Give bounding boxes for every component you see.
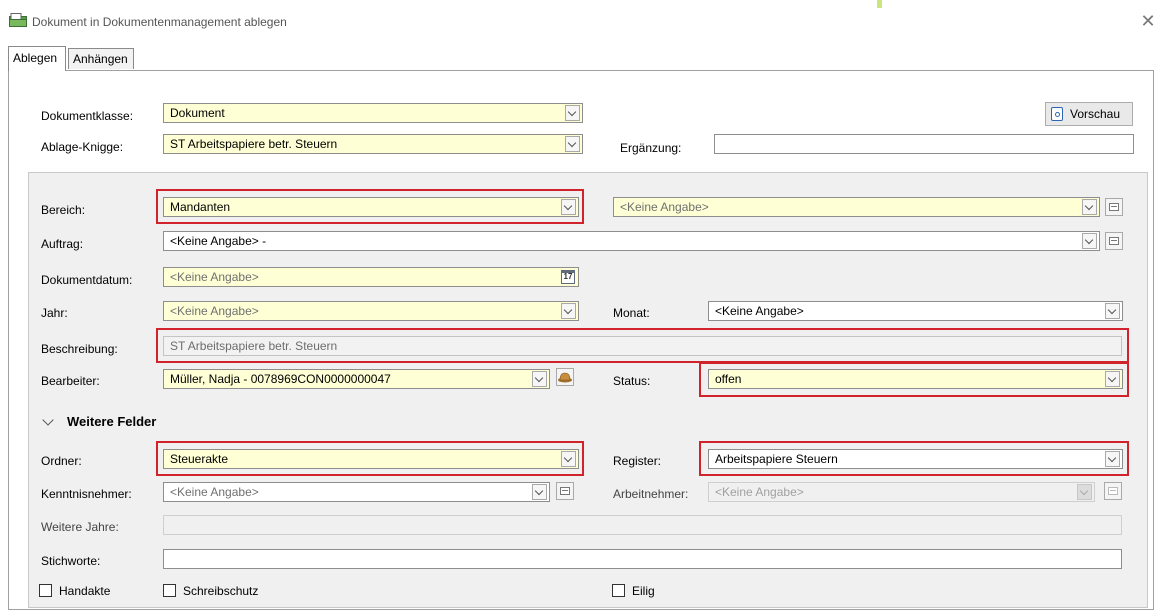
- beschreibung-label: Beschreibung:: [41, 342, 118, 356]
- weitere-felder-toggle[interactable]: Weitere Felder: [67, 414, 156, 429]
- list-icon: [1108, 487, 1118, 495]
- bereich-secondary-select[interactable]: <Keine Angabe>: [613, 197, 1100, 217]
- weitere-jahre-input: [163, 515, 1122, 535]
- chevron-down-icon[interactable]: [561, 303, 576, 319]
- arbeitnehmer-label: Arbeitnehmer:: [613, 487, 689, 501]
- vorschau-button[interactable]: Vorschau: [1045, 102, 1133, 126]
- dokumentklasse-label: Dokumentklasse:: [41, 109, 134, 123]
- highlight-status: [699, 362, 1129, 397]
- auftrag-select[interactable]: <Keine Angabe> -: [163, 231, 1100, 251]
- monat-value: <Keine Angabe>: [715, 304, 804, 318]
- bereich-label: Bereich:: [41, 203, 86, 217]
- jahr-value: <Keine Angabe>: [170, 304, 259, 318]
- arbeitnehmer-select: <Keine Angabe>: [708, 482, 1095, 502]
- ergaenzung-label: Ergänzung:: [620, 141, 682, 155]
- arbeitnehmer-browse-button: [1104, 482, 1122, 500]
- kenntnisnehmer-browse-button[interactable]: [556, 482, 574, 500]
- stichworte-input[interactable]: [163, 549, 1122, 569]
- highlight-bereich: [156, 189, 584, 224]
- vorschau-label: Vorschau: [1070, 107, 1121, 121]
- register-label: Register:: [613, 454, 662, 468]
- document-folder-icon: [9, 13, 27, 27]
- tab-ablegen[interactable]: Ablegen: [8, 46, 66, 71]
- kenntnisnehmer-value: <Keine Angabe>: [170, 485, 259, 499]
- ergaenzung-input[interactable]: [714, 134, 1134, 154]
- bereich-browse-button[interactable]: [1105, 198, 1123, 216]
- monat-select[interactable]: <Keine Angabe>: [708, 301, 1123, 321]
- bearbeiter-select[interactable]: Müller, Nadja - 0078969CON0000000047: [163, 369, 550, 389]
- schreibschutz-checkbox[interactable]: [163, 584, 176, 597]
- calendar-icon[interactable]: 17: [561, 270, 575, 284]
- kenntnisnehmer-label: Kenntnisnehmer:: [41, 487, 132, 501]
- bearbeiter-value: Müller, Nadja - 0078969CON0000000047: [170, 372, 391, 386]
- status-label: Status:: [613, 374, 651, 388]
- auftrag-label: Auftrag:: [41, 237, 84, 251]
- eilig-label: Eilig: [632, 584, 655, 598]
- preview-icon: [1051, 107, 1063, 121]
- chevron-down-icon[interactable]: [565, 136, 580, 152]
- weitere-jahre-label: Weitere Jahre:: [41, 520, 119, 534]
- chevron-down-icon[interactable]: [1082, 199, 1097, 215]
- handakte-checkbox[interactable]: [39, 584, 52, 597]
- highlight-beschreibung: [156, 328, 1129, 363]
- chevron-down-icon[interactable]: [1105, 303, 1120, 319]
- chevron-down-icon: [1077, 484, 1092, 500]
- bereich-secondary-value: <Keine Angabe>: [620, 200, 709, 214]
- jahr-label: Jahr:: [41, 306, 68, 320]
- dokumentdatum-value: <Keine Angabe>: [170, 270, 259, 284]
- stichworte-label: Stichworte:: [41, 554, 101, 568]
- accent-marker: [877, 0, 882, 8]
- dokumentklasse-value: Dokument: [170, 106, 225, 120]
- auftrag-value: <Keine Angabe> -: [170, 234, 267, 248]
- window-title: Dokument in Dokumentenmanagement ablegen: [32, 15, 287, 29]
- auftrag-browse-button[interactable]: [1105, 232, 1123, 250]
- eilig-checkbox[interactable]: [612, 584, 625, 597]
- kenntnisnehmer-select[interactable]: <Keine Angabe>: [163, 482, 550, 502]
- ordner-label: Ordner:: [41, 454, 82, 468]
- schreibschutz-label: Schreibschutz: [183, 584, 259, 598]
- dokumentklasse-select[interactable]: Dokument: [163, 103, 583, 123]
- highlight-register: [699, 441, 1129, 476]
- list-icon: [560, 487, 570, 495]
- tab-anhaengen[interactable]: Anhängen: [68, 48, 134, 69]
- list-icon: [1109, 237, 1119, 245]
- ablage-knigge-label: Ablage-Knigge:: [41, 140, 124, 154]
- dokumentdatum-label: Dokumentdatum:: [41, 273, 133, 287]
- ablage-knigge-value: ST Arbeitspapiere betr. Steuern: [170, 137, 338, 151]
- bearbeiter-label: Bearbeiter:: [41, 374, 100, 388]
- ablage-knigge-select[interactable]: ST Arbeitspapiere betr. Steuern: [163, 134, 583, 154]
- monat-label: Monat:: [613, 306, 650, 320]
- chevron-down-icon[interactable]: [532, 484, 547, 500]
- handakte-label: Handakte: [59, 584, 111, 598]
- dokumentdatum-input[interactable]: <Keine Angabe> 17: [163, 267, 579, 287]
- list-icon: [1109, 203, 1119, 211]
- highlight-ordner: [156, 441, 584, 476]
- chevron-down-icon[interactable]: [565, 105, 580, 121]
- close-icon[interactable]: ✕: [1138, 10, 1158, 32]
- arbeitnehmer-value: <Keine Angabe>: [715, 485, 804, 499]
- chevron-down-icon[interactable]: [532, 371, 547, 387]
- user-hat-icon[interactable]: [556, 368, 574, 386]
- chevron-down-icon[interactable]: [1082, 233, 1097, 249]
- jahr-select[interactable]: <Keine Angabe>: [163, 301, 579, 321]
